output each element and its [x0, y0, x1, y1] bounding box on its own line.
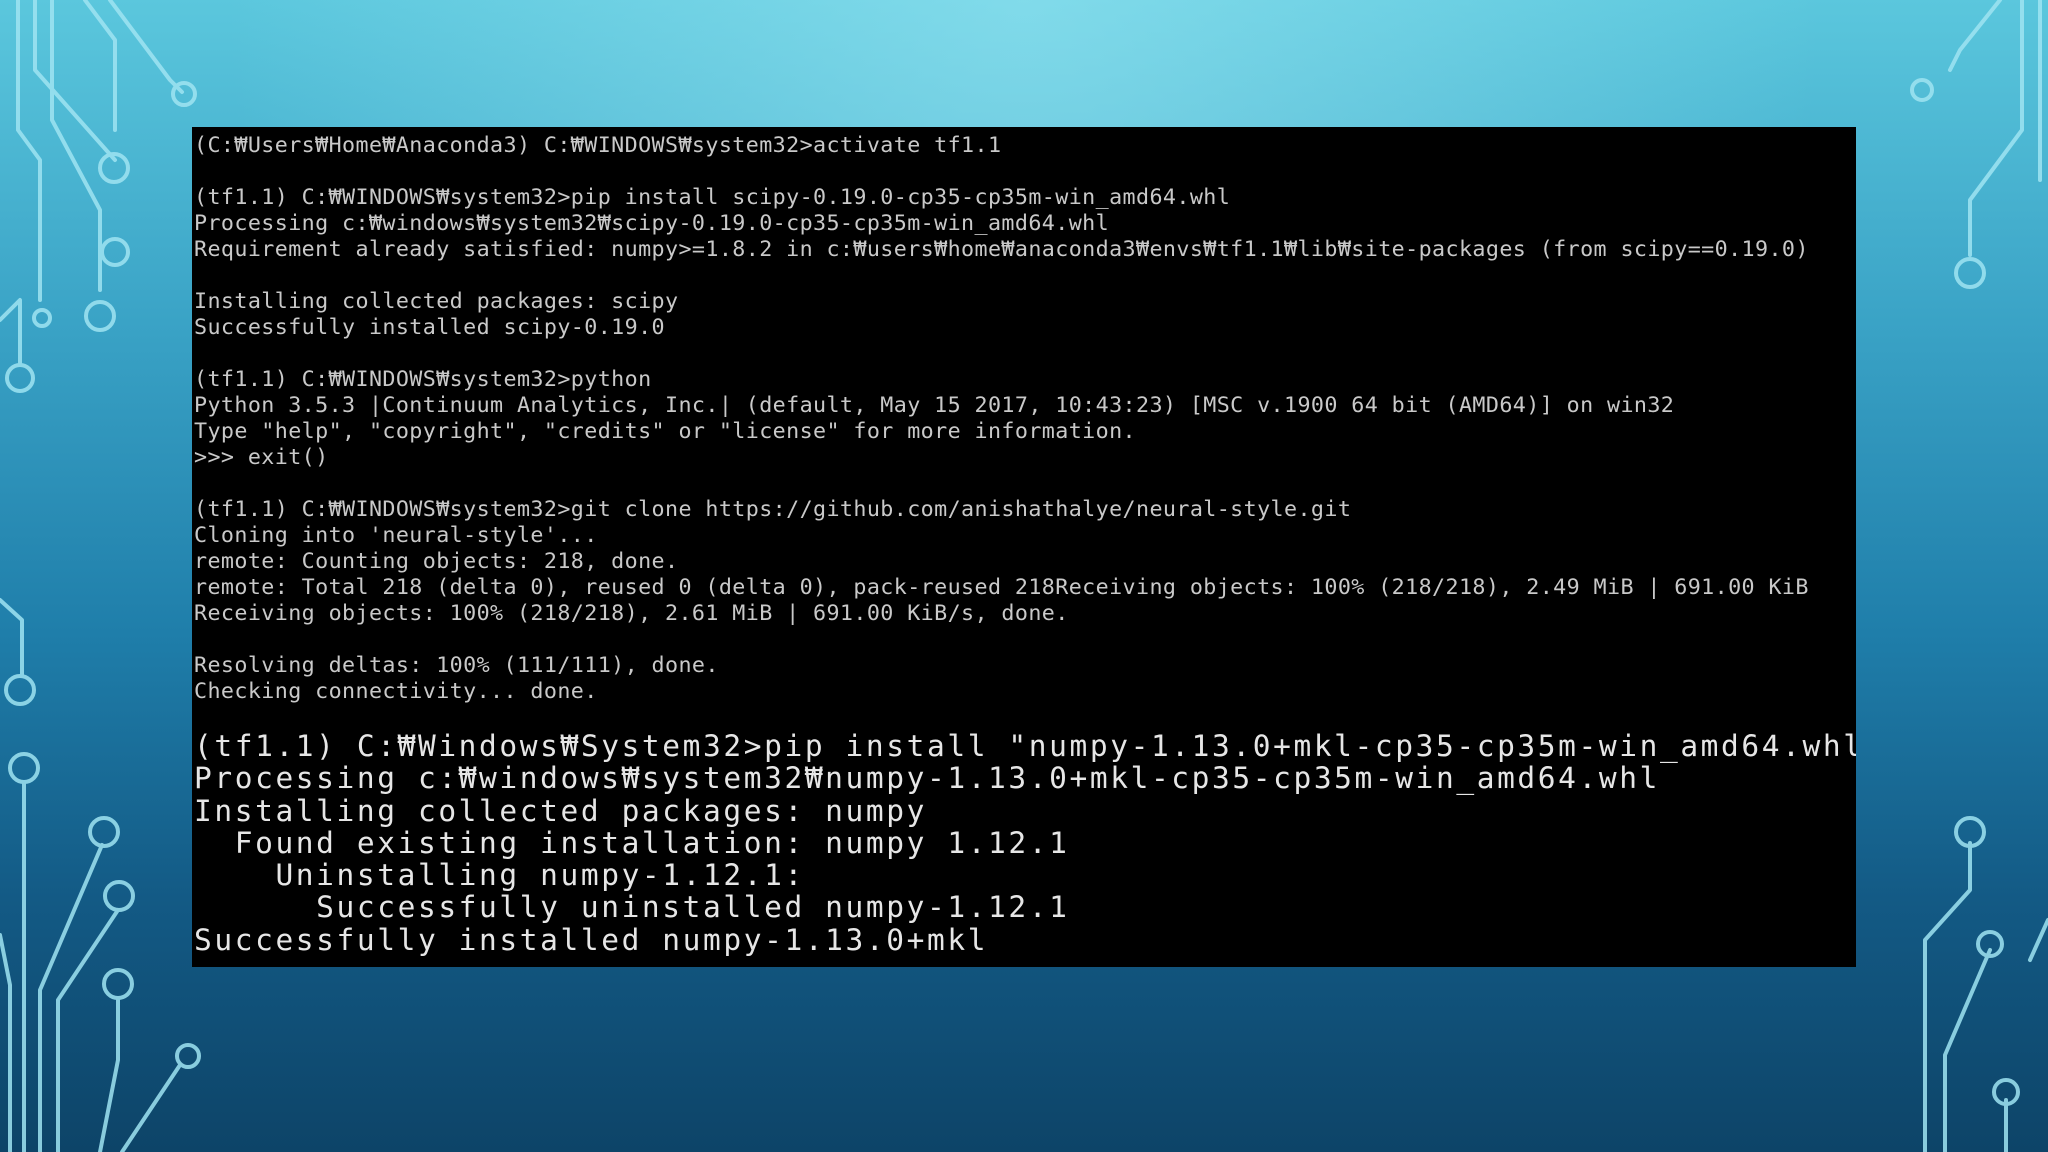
terminal-line: Checking connectivity... done.: [194, 679, 598, 704]
terminal-line: Receiving objects: 100% (218/218), 2.61 …: [194, 601, 1069, 626]
terminal-line: Processing c:₩windows₩system32₩scipy-0.1…: [194, 211, 1110, 236]
terminal-line: Resolving deltas: 100% (111/111), done.: [194, 653, 719, 678]
terminal-line: Python 3.5.3 |Continuum Analytics, Inc.|…: [194, 393, 1675, 418]
terminal-line: Processing c:₩windows₩system32₩numpy-1.1…: [194, 761, 1660, 796]
terminal-line: (tf1.1) C:₩WINDOWS₩system32>git clone ht…: [194, 497, 1352, 522]
terminal-line: Requirement already satisfied: numpy>=1.…: [194, 237, 1809, 262]
terminal-line: (tf1.1) C:₩WINDOWS₩system32>python: [194, 367, 652, 392]
terminal-window-bottom: (tf1.1) C:₩Windows₩System32>pip install …: [192, 722, 1856, 967]
terminal-line: Found existing installation: numpy 1.12.…: [194, 825, 1070, 860]
terminal-line: (tf1.1) C:₩WINDOWS₩system32>pip install …: [194, 185, 1231, 210]
terminal-line: >>> exit(): [194, 445, 329, 470]
terminal-line: Successfully installed scipy-0.19.0: [194, 315, 665, 340]
terminal-line: Cloning into 'neural-style'...: [194, 523, 598, 548]
terminal-line: Uninstalling numpy-1.12.1:: [194, 858, 805, 893]
terminal-line: (C:₩Users₩Home₩Anaconda3) C:₩WINDOWS₩sys…: [194, 133, 1002, 158]
terminal-line: remote: Total 218 (delta 0), reused 0 (d…: [194, 575, 1809, 600]
terminal-window-top: (C:₩Users₩Home₩Anaconda3) C:₩WINDOWS₩sys…: [192, 127, 1856, 723]
terminal-line: Successfully installed numpy-1.13.0+mkl: [194, 922, 989, 957]
terminal-line: remote: Counting objects: 218, done.: [194, 549, 679, 574]
terminal-line: Installing collected packages: scipy: [194, 289, 679, 314]
terminal-line: Type "help", "copyright", "credits" or "…: [194, 419, 1136, 444]
terminal-line: (tf1.1) C:₩Windows₩System32>pip install …: [194, 729, 1856, 763]
terminal-line: Successfully uninstalled numpy-1.12.1: [194, 890, 1070, 925]
terminal-line: Installing collected packages: numpy: [194, 793, 927, 828]
